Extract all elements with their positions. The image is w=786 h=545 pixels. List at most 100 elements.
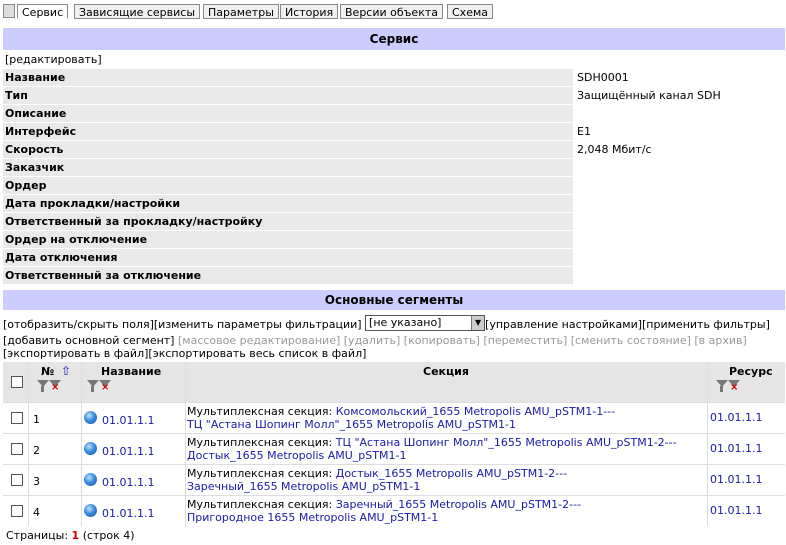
apply-filters-link[interactable]: [применить фильтры]	[642, 318, 770, 331]
clear-filter-icon[interactable]	[48, 379, 61, 393]
pages-label: Страницы:	[6, 529, 69, 542]
archive-link: [в архив]	[694, 334, 747, 347]
section-link-b[interactable]: ТЦ "Астана Шопинг Молл"_1655 Metropolis …	[187, 418, 516, 431]
tab-bar: Сервис Зависящие сервисы Параметры Истор…	[0, 0, 786, 22]
table-row: 2 01.01.1.1 Мультиплексная секция: ТЦ "Аст…	[3, 433, 785, 464]
field-value-cell	[573, 105, 786, 122]
section-link-b[interactable]: Заречный_1655 Metropolis AMU_pSTM1-1	[187, 480, 420, 493]
edit-row: [редактировать]	[3, 52, 785, 68]
row-resource-link[interactable]: 01.01.1.1	[710, 442, 762, 455]
select-all-checkbox[interactable]	[11, 376, 23, 388]
filter-select[interactable]: [не указано] ▼	[365, 315, 486, 331]
export-toolbar: [экспортировать в файл][экспортировать в…	[3, 347, 366, 360]
section-link-a[interactable]: Комсомольский_1655 Metropolis AMU_pSTM1-…	[336, 405, 615, 418]
field-row: Ответственный за прокладку/настройку	[3, 213, 786, 231]
chevron-down-icon[interactable]: ▼	[471, 316, 485, 330]
row-num: 2	[33, 444, 40, 457]
field-value-cell	[573, 177, 786, 194]
field-row: Ответственный за отключение	[3, 267, 786, 285]
row-resource-link[interactable]: 01.01.1.1	[710, 504, 762, 517]
field-row: Интерфейс E1	[3, 123, 786, 141]
column-num[interactable]: №	[41, 365, 54, 378]
segments-header: Основные сегменты	[3, 290, 785, 310]
export-file-link[interactable]: [экспортировать в файл]	[3, 347, 148, 360]
delete-link: [удалить]	[343, 334, 401, 347]
field-row: Описание	[3, 105, 786, 123]
section-link-b[interactable]: Пригородное 1655 Metropolis AMU_pSTM1-1	[187, 511, 438, 524]
column-name[interactable]: Название	[101, 365, 161, 378]
field-value-cell: Защищённый канал SDH	[573, 87, 786, 104]
field-value-cell	[573, 267, 786, 284]
field-row: Название SDH0001	[3, 69, 786, 87]
tab-bar-handle-icon	[3, 4, 15, 18]
field-row: Заказчик	[3, 159, 786, 177]
table-row: 3 01.01.1.1 Мультиплексная секция: Достык_…	[3, 464, 785, 495]
section-prefix: Мультиплексная секция:	[187, 405, 333, 418]
row-resource-link[interactable]: 01.01.1.1	[710, 411, 762, 424]
globe-icon	[84, 473, 97, 486]
clear-filter-icon[interactable]	[98, 379, 111, 393]
field-value: E1	[577, 125, 591, 138]
page-link-current[interactable]: 1	[72, 529, 80, 542]
field-label: Ордер на отключение	[5, 233, 148, 246]
field-value-cell	[573, 213, 786, 230]
row-checkbox[interactable]	[11, 443, 23, 455]
field-row: Ордер на отключение	[3, 231, 786, 249]
row-checkbox[interactable]	[11, 474, 23, 486]
tab-service[interactable]: Сервис	[17, 4, 69, 19]
export-all-link[interactable]: [экспортировать весь список в файл]	[148, 347, 366, 360]
change-filter-link[interactable]: [изменить параметры фильтрации]	[154, 318, 362, 331]
add-segment-link[interactable]: [добавить основной сегмент]	[3, 334, 174, 347]
service-header: Сервис	[3, 28, 785, 50]
filter-icon[interactable]	[715, 379, 728, 393]
field-row: Дата отключения	[3, 249, 786, 267]
field-value-cell: SDH0001	[573, 69, 786, 86]
section-prefix: Мультиплексная секция:	[187, 467, 333, 480]
tab-parameters[interactable]: Параметры	[203, 4, 279, 19]
row-checkbox[interactable]	[11, 412, 23, 424]
tab-history[interactable]: История	[280, 4, 339, 19]
tab-scheme[interactable]: Схема	[447, 4, 493, 19]
row-num: 1	[33, 413, 40, 426]
row-resource-link[interactable]: 01.01.1.1	[710, 473, 762, 486]
section-link-a[interactable]: Заречный_1655 Metropolis AMU_pSTM1-2---	[336, 498, 581, 511]
field-value-cell	[573, 195, 786, 212]
column-divider	[81, 362, 82, 526]
field-value-cell: 2,048 Мбит/с	[573, 141, 786, 158]
name-filter-icons	[86, 379, 111, 396]
copy-link: [копировать]	[403, 334, 480, 347]
row-section: Мультиплексная секция: Комсомольский_165…	[187, 405, 707, 431]
column-section[interactable]: Секция	[423, 365, 469, 378]
clear-filter-icon[interactable]	[727, 379, 740, 393]
field-label: Тип	[5, 89, 28, 102]
tab-object-versions[interactable]: Версии объекта	[340, 4, 443, 19]
section-link-a[interactable]: Достык_1655 Metropolis AMU_pSTM1-2---	[336, 467, 567, 480]
row-name-link[interactable]: 01.01.1.1	[102, 414, 154, 427]
tab-dependent-services[interactable]: Зависящие сервисы	[74, 4, 201, 19]
row-name-link[interactable]: 01.01.1.1	[102, 476, 154, 489]
filter-icon[interactable]	[86, 379, 99, 393]
field-label: Заказчик	[5, 161, 65, 174]
edit-link[interactable]: [редактировать]	[5, 53, 102, 66]
field-label: Описание	[5, 107, 67, 120]
section-prefix: Мультиплексная секция:	[187, 498, 333, 511]
section-link-a[interactable]: ТЦ "Астана Шопинг Молл"_1655 Metropolis …	[336, 436, 677, 449]
field-value-cell: E1	[573, 123, 786, 140]
field-label: Дата прокладки/настройки	[5, 197, 181, 210]
filter-select-value: [не указано]	[369, 316, 442, 329]
sort-arrow-icon[interactable]: ⇧	[61, 364, 71, 378]
section-link-b[interactable]: Достык_1655 Metropolis AMU_pSTM1-1	[187, 449, 406, 462]
field-label: Ответственный за прокладку/настройку	[5, 215, 263, 228]
field-label: Ответственный за отключение	[5, 269, 202, 282]
field-row: Дата прокладки/настройки	[3, 195, 786, 213]
filter-icon[interactable]	[36, 379, 49, 393]
column-resource[interactable]: Ресурс	[729, 365, 773, 378]
row-checkbox[interactable]	[11, 505, 23, 517]
pagination: Страницы: 1 (строк 4)	[6, 529, 135, 542]
row-name-link[interactable]: 01.01.1.1	[102, 445, 154, 458]
row-name-link[interactable]: 01.01.1.1	[102, 507, 154, 520]
manage-settings-link[interactable]: [управление настройками]	[485, 318, 642, 331]
toggle-fields-link[interactable]: [отобразить/скрыть поля]	[3, 318, 154, 331]
globe-icon	[84, 411, 97, 424]
table-row: 1 01.01.1.1 Мультиплексная секция: Комсомо…	[3, 402, 785, 433]
